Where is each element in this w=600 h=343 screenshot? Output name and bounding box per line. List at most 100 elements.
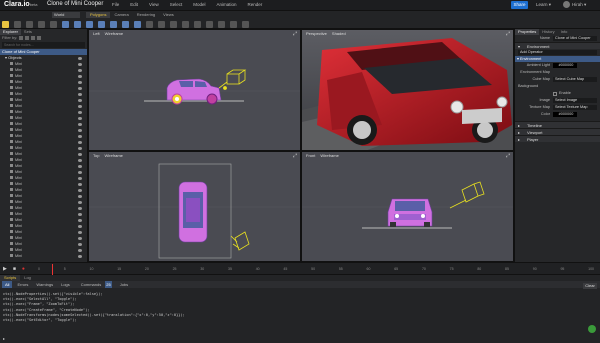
teapot-icon[interactable] [134, 20, 141, 28]
visibility-eye-icon[interactable] [78, 104, 82, 108]
menu-model[interactable]: Model [193, 2, 205, 7]
viewport-mode[interactable]: Wireframe [104, 153, 122, 158]
scale-tool-icon[interactable] [38, 20, 45, 28]
section-timeline[interactable]: ▸ Timeline [515, 121, 600, 128]
tab-camera[interactable]: Camera [110, 12, 132, 18]
visibility-eye-icon[interactable] [78, 68, 82, 72]
cube-icon[interactable] [62, 20, 69, 28]
move-tool-icon[interactable] [14, 20, 21, 28]
sphere-icon[interactable] [74, 20, 81, 28]
filter-camera-icon[interactable] [31, 36, 36, 40]
menu-animation[interactable]: Animation [217, 2, 237, 7]
select-tool-icon[interactable] [2, 20, 9, 28]
viewport-name[interactable]: Left [93, 31, 100, 36]
viewport-mode[interactable]: Wireframe [105, 31, 123, 36]
play-icon[interactable]: ▶ [3, 266, 7, 272]
maximize-icon[interactable]: ⤢ [506, 153, 510, 159]
snap-tool-icon[interactable] [50, 20, 57, 28]
visibility-eye-icon[interactable] [78, 74, 82, 78]
material-icon[interactable] [230, 20, 237, 28]
visibility-eye-icon[interactable] [78, 230, 82, 234]
color-swatch[interactable]: #000000 [553, 112, 577, 117]
search-input[interactable]: Search for nodes... [2, 42, 85, 48]
visibility-eye-icon[interactable] [78, 206, 82, 210]
share-button[interactable]: Share [511, 1, 528, 9]
project-title[interactable]: Clone of Mini Cooper [47, 1, 103, 7]
tab-sets[interactable]: Sets [21, 29, 35, 35]
visibility-eye-icon[interactable] [78, 218, 82, 222]
ambient-color-swatch[interactable]: #000000 [553, 63, 577, 68]
tab-logs[interactable]: Logs [58, 281, 73, 288]
visibility-eye-icon[interactable] [78, 212, 82, 216]
tab-jobs[interactable]: Jobs [117, 281, 131, 288]
visibility-eye-icon[interactable] [78, 176, 82, 180]
image-select[interactable]: Select Image [553, 98, 597, 103]
tab-rendering[interactable]: Rendering [133, 12, 159, 18]
rotate-tool-icon[interactable] [26, 20, 33, 28]
clara-logo[interactable]: Clara.iobeta [4, 1, 37, 8]
list-item[interactable]: Mini [0, 253, 87, 259]
stop-icon[interactable]: ■ [13, 266, 16, 272]
viewport-name[interactable]: Top [93, 153, 99, 158]
help-icon[interactable] [588, 325, 596, 333]
visibility-eye-icon[interactable] [78, 188, 82, 192]
menu-file[interactable]: File [112, 2, 119, 7]
tab-polygons[interactable]: Polygons [86, 12, 111, 18]
null-icon[interactable] [170, 20, 177, 28]
cylinder-icon[interactable] [86, 20, 93, 28]
visibility-eye-icon[interactable] [78, 80, 82, 84]
visibility-eye-icon[interactable] [78, 122, 82, 126]
cone-icon[interactable] [98, 20, 105, 28]
tab-views[interactable]: Views [159, 12, 178, 18]
visibility-eye-icon[interactable] [78, 92, 82, 96]
visibility-eye-icon[interactable] [78, 254, 82, 258]
visibility-eye-icon[interactable] [78, 200, 82, 204]
maximize-icon[interactable]: ⤢ [293, 31, 297, 37]
tab-errors[interactable]: Errors [14, 281, 31, 288]
section-player[interactable]: ▸ Player [515, 135, 600, 142]
visibility-eye-icon[interactable] [78, 56, 82, 60]
visibility-eye-icon[interactable] [78, 116, 82, 120]
visibility-eye-icon[interactable] [78, 134, 82, 138]
deform-icon[interactable] [206, 20, 213, 28]
viewport-front[interactable]: Front Wireframe ⤢ [301, 151, 514, 262]
text-icon[interactable] [182, 20, 189, 28]
tab-commands[interactable]: Commands 25 [75, 281, 115, 288]
tab-info[interactable]: Info [558, 29, 571, 35]
viewport-mode[interactable]: Wireframe [320, 153, 338, 158]
tab-all[interactable]: All [2, 281, 13, 288]
add-operator-select[interactable]: Add Operator [518, 50, 597, 55]
visibility-eye-icon[interactable] [78, 98, 82, 102]
clear-button[interactable]: Clear [583, 283, 597, 289]
visibility-eye-icon[interactable] [78, 140, 82, 144]
viewport-name[interactable]: Front [306, 153, 315, 158]
menu-select[interactable]: Select [170, 2, 183, 7]
learn-menu[interactable]: Learn ▾ [536, 2, 551, 8]
maximize-icon[interactable]: ⤢ [293, 153, 297, 159]
menu-view[interactable]: View [149, 2, 159, 7]
menu-render[interactable]: Render [248, 2, 263, 7]
timeline[interactable]: ▶ ■ ● 0 5 10 15 20 25 30 35 40 45 50 55 60 65 70 75 80 85… [0, 262, 600, 275]
visibility-eye-icon[interactable] [78, 236, 82, 240]
filter-mesh-icon[interactable] [19, 36, 24, 40]
render-icon[interactable] [242, 20, 249, 28]
light-icon[interactable] [146, 20, 153, 28]
camera-icon[interactable] [158, 20, 165, 28]
torus-icon[interactable] [110, 20, 117, 28]
visibility-eye-icon[interactable] [78, 248, 82, 252]
menu-edit[interactable]: Edit [130, 2, 138, 7]
spline-icon[interactable] [194, 20, 201, 28]
viewport-left[interactable]: Left Wireframe ⤢ [88, 29, 301, 151]
world-select[interactable]: World [52, 12, 80, 18]
tab-warnings[interactable]: Warnings [33, 281, 56, 288]
visibility-eye-icon[interactable] [78, 158, 82, 162]
texture-select[interactable]: Select Texture Map [553, 105, 597, 110]
enable-checkbox[interactable] [553, 91, 557, 96]
visibility-eye-icon[interactable] [78, 128, 82, 132]
console-prompt[interactable]: ▸ [3, 336, 5, 341]
viewport-perspective[interactable]: Perspective Shaded ⤢ [301, 29, 514, 151]
visibility-eye-icon[interactable] [78, 242, 82, 246]
filter-null-icon[interactable] [37, 36, 42, 40]
section-viewport[interactable]: ▸ Viewport [515, 128, 600, 135]
visibility-eye-icon[interactable] [78, 182, 82, 186]
